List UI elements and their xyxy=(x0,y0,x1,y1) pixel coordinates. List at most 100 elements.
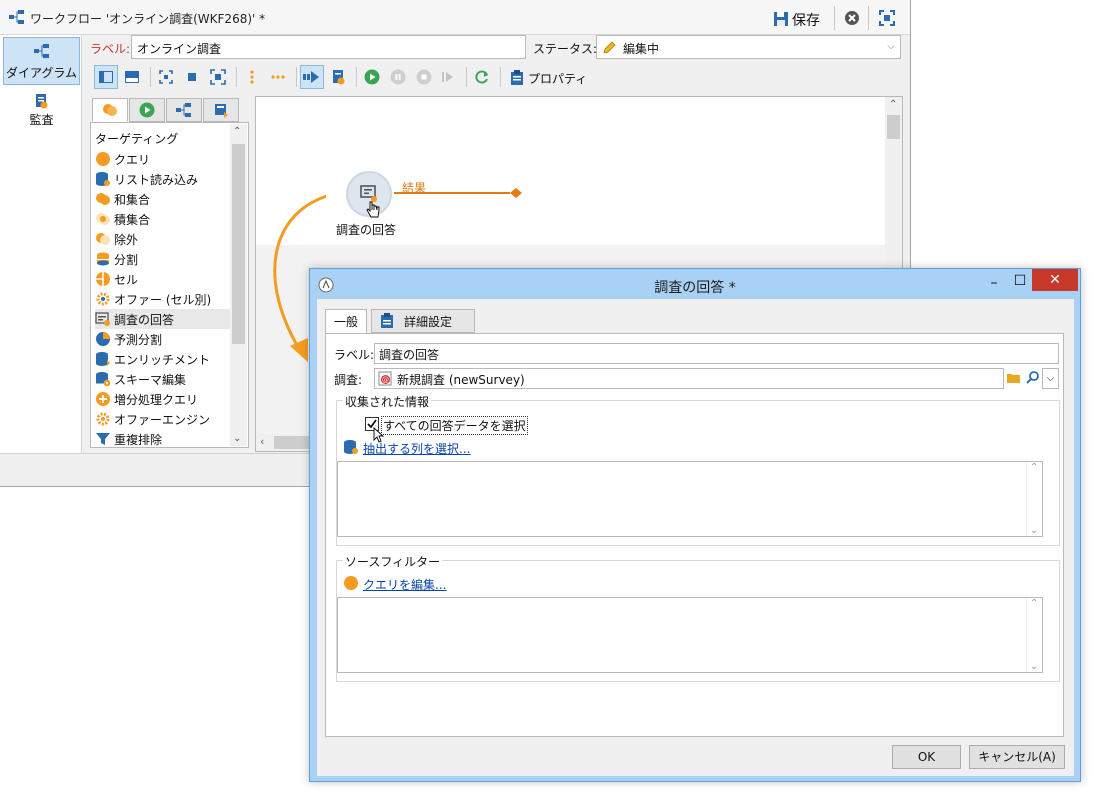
palette-item-survey-responses[interactable]: 調査の回答 xyxy=(95,309,231,329)
align-horizontal-button[interactable] xyxy=(266,65,290,89)
scroll-left-icon[interactable]: ‹ xyxy=(260,435,264,448)
transition-arrow[interactable] xyxy=(394,185,524,201)
close-icon[interactable]: ✕ xyxy=(1032,269,1078,291)
label-input[interactable]: 調査の回答 xyxy=(374,343,1059,364)
palette-item-read-list[interactable]: リスト読み込み xyxy=(95,169,231,189)
chevron-down-icon[interactable]: ⌵ xyxy=(1042,368,1059,389)
scroll-up-icon[interactable]: ⌃ xyxy=(233,126,241,137)
scrollbar-thumb[interactable] xyxy=(274,436,310,449)
survey-input[interactable]: @ 新規調査 (newSurvey) xyxy=(374,368,1004,389)
tab-flow-control[interactable] xyxy=(129,98,165,122)
tab-targeting[interactable] xyxy=(92,98,128,122)
play-button[interactable] xyxy=(360,65,384,89)
clipboard-icon xyxy=(511,70,523,85)
palette-item-schema-edit[interactable]: スキーマ編集 xyxy=(95,369,231,389)
palette-item-offers-by-cell[interactable]: オファー (セル別) xyxy=(95,289,231,309)
offer-engine-icon xyxy=(95,411,111,427)
minimize-icon[interactable]: – xyxy=(982,275,1006,293)
search-icon[interactable] xyxy=(1025,370,1041,389)
palette-item-union[interactable]: 和集合 xyxy=(95,189,231,209)
scroll-up-icon[interactable]: ⌃ xyxy=(1030,598,1038,609)
save-button[interactable]: 保存 xyxy=(770,8,828,30)
scroll-down-icon[interactable]: ⌄ xyxy=(1030,525,1038,536)
svg-text:@: @ xyxy=(382,376,389,384)
exclusion-icon xyxy=(95,231,111,247)
status-field-label: ステータス: xyxy=(533,42,598,56)
nav-item-audit[interactable]: 監査 xyxy=(3,91,80,135)
nav-item-diagram[interactable]: ダイアグラム xyxy=(3,37,80,85)
survey-responses-node[interactable] xyxy=(346,171,392,218)
palette-item-predictive-split[interactable]: 予測分割 xyxy=(95,329,231,349)
zoom-expand-button[interactable] xyxy=(206,65,230,89)
cancel-button[interactable]: キャンセル(A) xyxy=(969,745,1065,769)
palette-item-label: 和集合 xyxy=(114,192,151,207)
database-icon xyxy=(344,440,358,454)
palette-item-label: オファーエンジン xyxy=(114,412,211,427)
stop-button[interactable] xyxy=(412,65,436,89)
schema-gear-icon xyxy=(95,371,111,387)
toolbar-divider xyxy=(466,67,467,87)
select-all-label[interactable]: すべての回答データを選択 xyxy=(381,416,528,435)
zoom-fit-button[interactable] xyxy=(154,65,178,89)
label-input[interactable]: オンライン調査 xyxy=(131,35,526,59)
edit-query-link[interactable]: クエリを編集... xyxy=(363,576,446,593)
palette-item-deduplication[interactable]: 重複排除 xyxy=(95,429,231,449)
filter-preview[interactable]: ⌃ ⌄ xyxy=(337,597,1043,673)
scroll-down-icon[interactable]: ⌄ xyxy=(1030,661,1038,672)
intersection-icon xyxy=(95,211,111,227)
ok-button[interactable]: OK xyxy=(892,745,961,769)
refresh-button[interactable] xyxy=(470,65,494,89)
palette-item-offer-engine[interactable]: オファーエンジン xyxy=(95,409,231,429)
close-circle-icon[interactable] xyxy=(844,10,860,29)
pause-button[interactable] xyxy=(386,65,410,89)
selected-columns-list[interactable]: ⌃ ⌄ xyxy=(337,461,1043,537)
palette-item-label: 分割 xyxy=(114,252,139,267)
properties-button[interactable]: プロパティ xyxy=(508,69,608,87)
tab-actions[interactable] xyxy=(166,98,202,122)
split-icon xyxy=(95,251,111,267)
status-select[interactable]: 編集中 ⌵ xyxy=(596,35,901,59)
scrollbar-thumb[interactable] xyxy=(232,144,245,344)
toolbar-divider xyxy=(500,67,501,87)
scrollbar-thumb[interactable] xyxy=(887,115,900,139)
palette-item-cells[interactable]: セル xyxy=(95,269,231,289)
tab-label: 一般 xyxy=(334,315,359,329)
zoom-actual-button[interactable] xyxy=(180,65,204,89)
align-vertical-button[interactable] xyxy=(240,65,264,89)
scroll-down-icon[interactable]: ⌄ xyxy=(233,433,241,444)
palette-scrollbar[interactable]: ⌃ ⌄ xyxy=(230,124,247,446)
list-scrollbar[interactable]: ⌃ ⌄ xyxy=(1026,462,1042,536)
maximize-icon[interactable] xyxy=(879,10,895,29)
palette-item-query[interactable]: クエリ xyxy=(95,149,231,169)
scroll-up-icon[interactable]: ⌃ xyxy=(889,99,897,110)
targeting-icon xyxy=(103,104,117,116)
activity-palette: ターゲティング クエリ リスト読み込み 和集合 積集合 除外 分割 セル オファ… xyxy=(90,122,249,448)
palette-item-enrichment[interactable]: エンリッチメント xyxy=(95,349,231,369)
start-button[interactable] xyxy=(300,65,324,89)
palette-item-label: 調査の回答 xyxy=(114,312,175,327)
layout-horizontal-button[interactable] xyxy=(120,65,144,89)
folder-icon[interactable] xyxy=(1006,370,1022,389)
palette-item-label: オファー (セル別) xyxy=(114,292,212,307)
maximize-icon[interactable]: ☐ xyxy=(1008,273,1032,291)
survey-icon xyxy=(95,311,111,327)
toolbar-divider xyxy=(150,67,151,87)
tab-events[interactable] xyxy=(203,98,239,122)
tab-general[interactable]: 一般 xyxy=(325,309,368,334)
step-button[interactable] xyxy=(436,65,460,89)
funnel-icon xyxy=(95,431,111,447)
palette-item-split[interactable]: 分割 xyxy=(95,249,231,269)
audit-toolbar-button[interactable] xyxy=(326,65,350,89)
chevron-down-icon[interactable]: ⌵ xyxy=(884,36,898,58)
clipboard-icon xyxy=(381,313,393,328)
select-columns-link[interactable]: 抽出する列を選択... xyxy=(363,440,470,457)
layout-vertical-button[interactable] xyxy=(94,65,118,89)
palette-item-intersection[interactable]: 積集合 xyxy=(95,209,231,229)
palette-item-incremental-query[interactable]: 増分処理クエリ xyxy=(95,389,231,409)
palette-item-exclusion[interactable]: 除外 xyxy=(95,229,231,249)
collected-info-group: 収集された情報 すべての回答データを選択 抽出する列を選択... ⌃ ⌄ xyxy=(336,393,1060,546)
scroll-up-icon[interactable]: ⌃ xyxy=(1030,462,1038,473)
list-scrollbar[interactable]: ⌃ ⌄ xyxy=(1026,598,1042,672)
save-label: 保存 xyxy=(792,13,820,29)
tab-advanced[interactable]: 詳細設定 xyxy=(371,309,475,333)
